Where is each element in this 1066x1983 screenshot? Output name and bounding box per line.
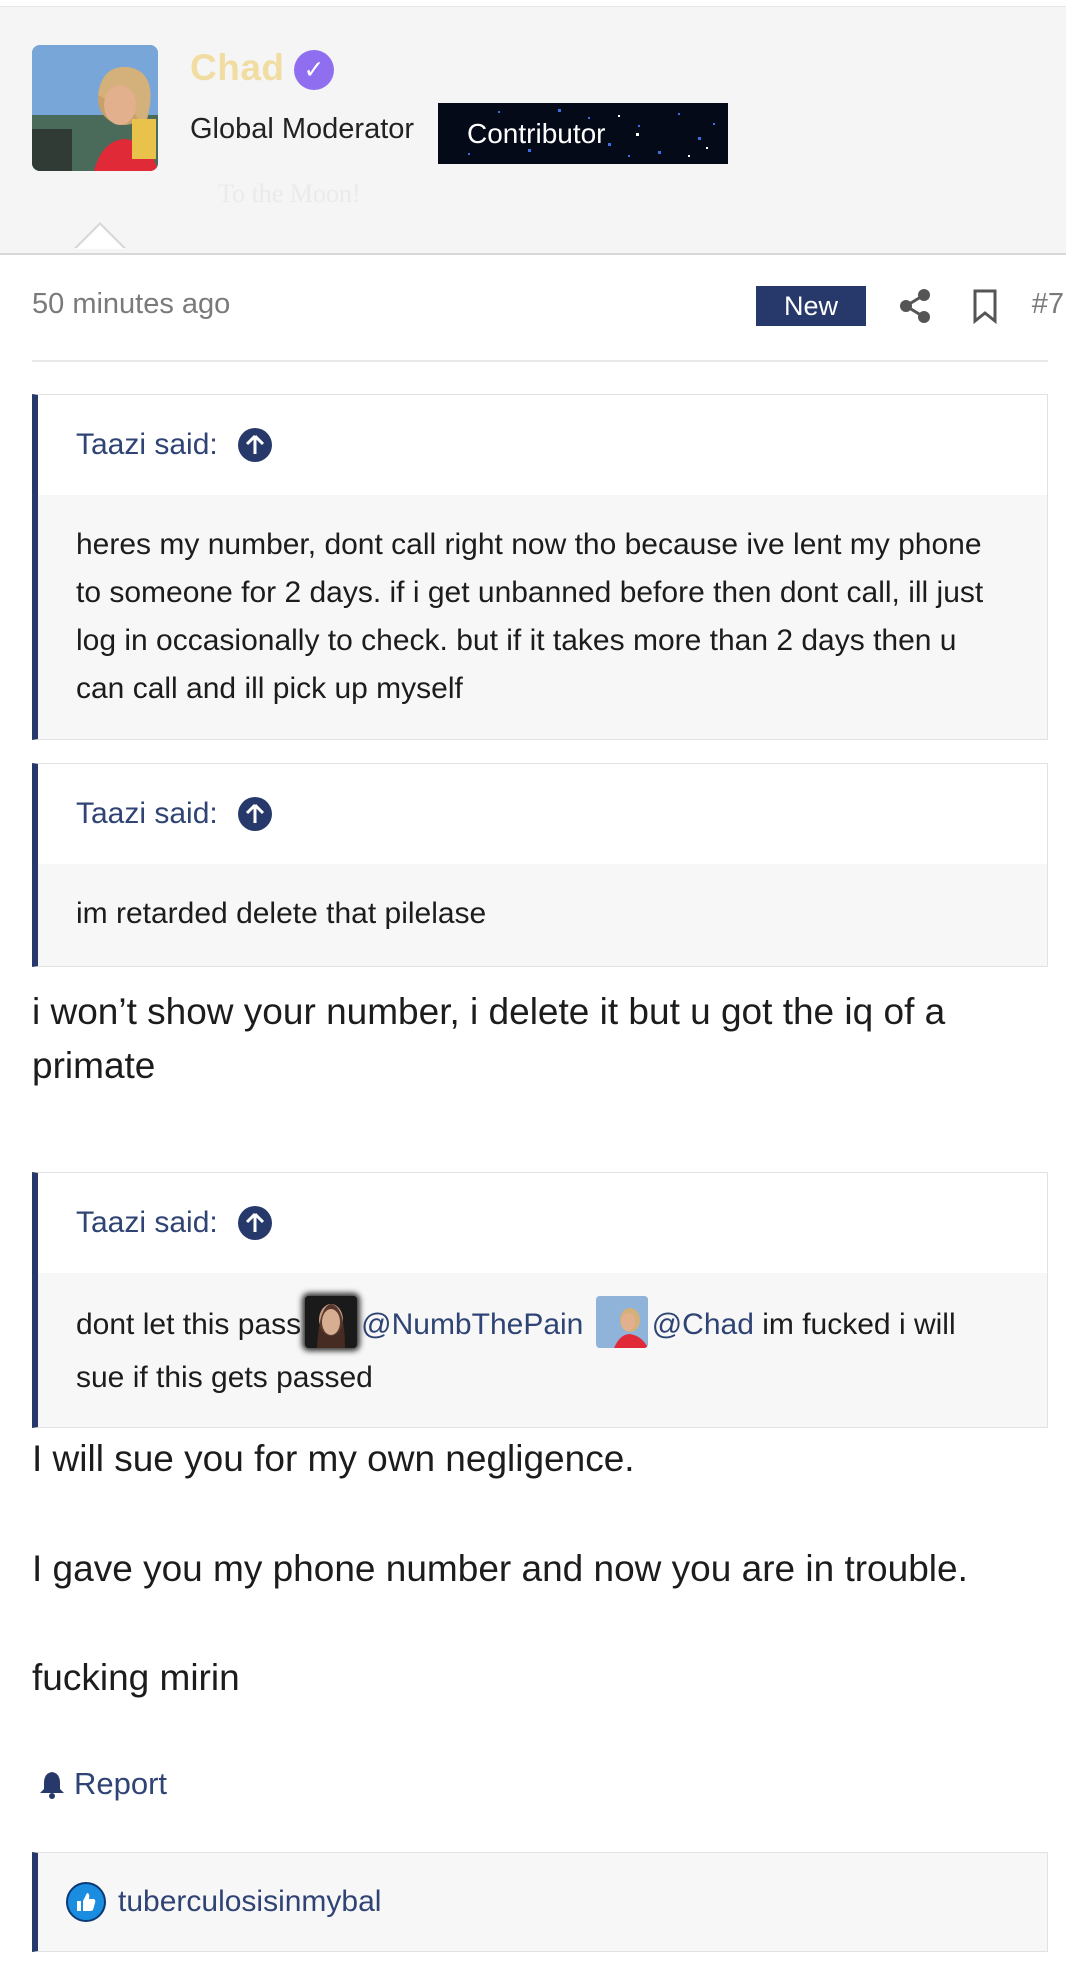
quote-text: dont let this pass @NumbThePain @Chad im … <box>38 1273 1047 1434</box>
report-label: Report <box>74 1766 168 1801</box>
quote-author[interactable]: Taazi said: <box>76 428 218 462</box>
like-icon <box>66 1882 106 1922</box>
divider <box>32 360 1048 362</box>
post-meta: 50 minutes ago New #7 <box>32 286 1064 326</box>
user-header: Chad ✓ Global Moderator Contributor To t… <box>0 6 1066 255</box>
verified-check-icon: ✓ <box>294 50 334 90</box>
user-avatar[interactable] <box>32 45 158 171</box>
new-badge: New <box>756 286 866 326</box>
user-mention[interactable]: @NumbThePain <box>361 1308 583 1341</box>
forum-post: Chad ✓ Global Moderator Contributor To t… <box>0 0 1066 1983</box>
mention-avatar[interactable] <box>595 1296 648 1349</box>
quote-author[interactable]: Taazi said: <box>76 797 218 831</box>
quote-header[interactable]: Taazi said: <box>38 395 1047 495</box>
bookmark-icon[interactable] <box>970 288 1000 324</box>
post-number[interactable]: #7 <box>1014 288 1064 321</box>
header-pointer <box>74 222 126 249</box>
quote-block: Taazi said: im retarded delete that pile… <box>32 763 1048 967</box>
user-role: Global Moderator <box>190 113 415 145</box>
quote-header[interactable]: Taazi said: <box>38 764 1047 864</box>
quote-block: Taazi said: dont let this pass @NumbThePa… <box>32 1172 1048 1428</box>
quote-text: heres my number, dont call right now tho… <box>76 528 984 705</box>
share-icon[interactable] <box>898 288 932 324</box>
reply-text: I will sue you for my own negligence. <box>32 1438 635 1479</box>
arrow-up-circle-icon[interactable] <box>237 428 272 462</box>
post-timestamp[interactable]: 50 minutes ago <box>32 288 230 321</box>
reactions-bar: tuberculosisinmybal <box>32 1852 1048 1952</box>
user-mention[interactable]: @Chad <box>652 1308 754 1341</box>
bell-icon <box>40 1772 64 1799</box>
arrow-up-circle-icon[interactable] <box>237 797 272 831</box>
contributor-badge: Contributor <box>438 103 728 164</box>
reply-text: fucking mirin <box>32 1657 240 1698</box>
contributor-badge-label: Contributor <box>467 117 606 149</box>
quote-text: im retarded delete that pilelase <box>76 897 487 930</box>
user-tagline: To the Moon! <box>218 179 361 208</box>
quote-block: Taazi said: heres my number, dont call r… <box>32 394 1048 740</box>
reaction-user-link[interactable]: tuberculosisinmybal <box>118 1885 381 1919</box>
quote-text-start: dont let this pass <box>76 1308 302 1341</box>
report-button[interactable]: Report <box>38 1766 167 1802</box>
mention-avatar[interactable] <box>305 1296 358 1349</box>
quote-header[interactable]: Taazi said: <box>38 1173 1047 1273</box>
arrow-up-circle-icon[interactable] <box>237 1206 272 1240</box>
quote-author[interactable]: Taazi said: <box>76 1206 218 1240</box>
username[interactable]: Chad <box>190 47 285 89</box>
reply-text: I gave you my phone number and now you a… <box>32 1548 968 1589</box>
reply-text: i won’t show your number, i delete it bu… <box>32 991 946 1086</box>
